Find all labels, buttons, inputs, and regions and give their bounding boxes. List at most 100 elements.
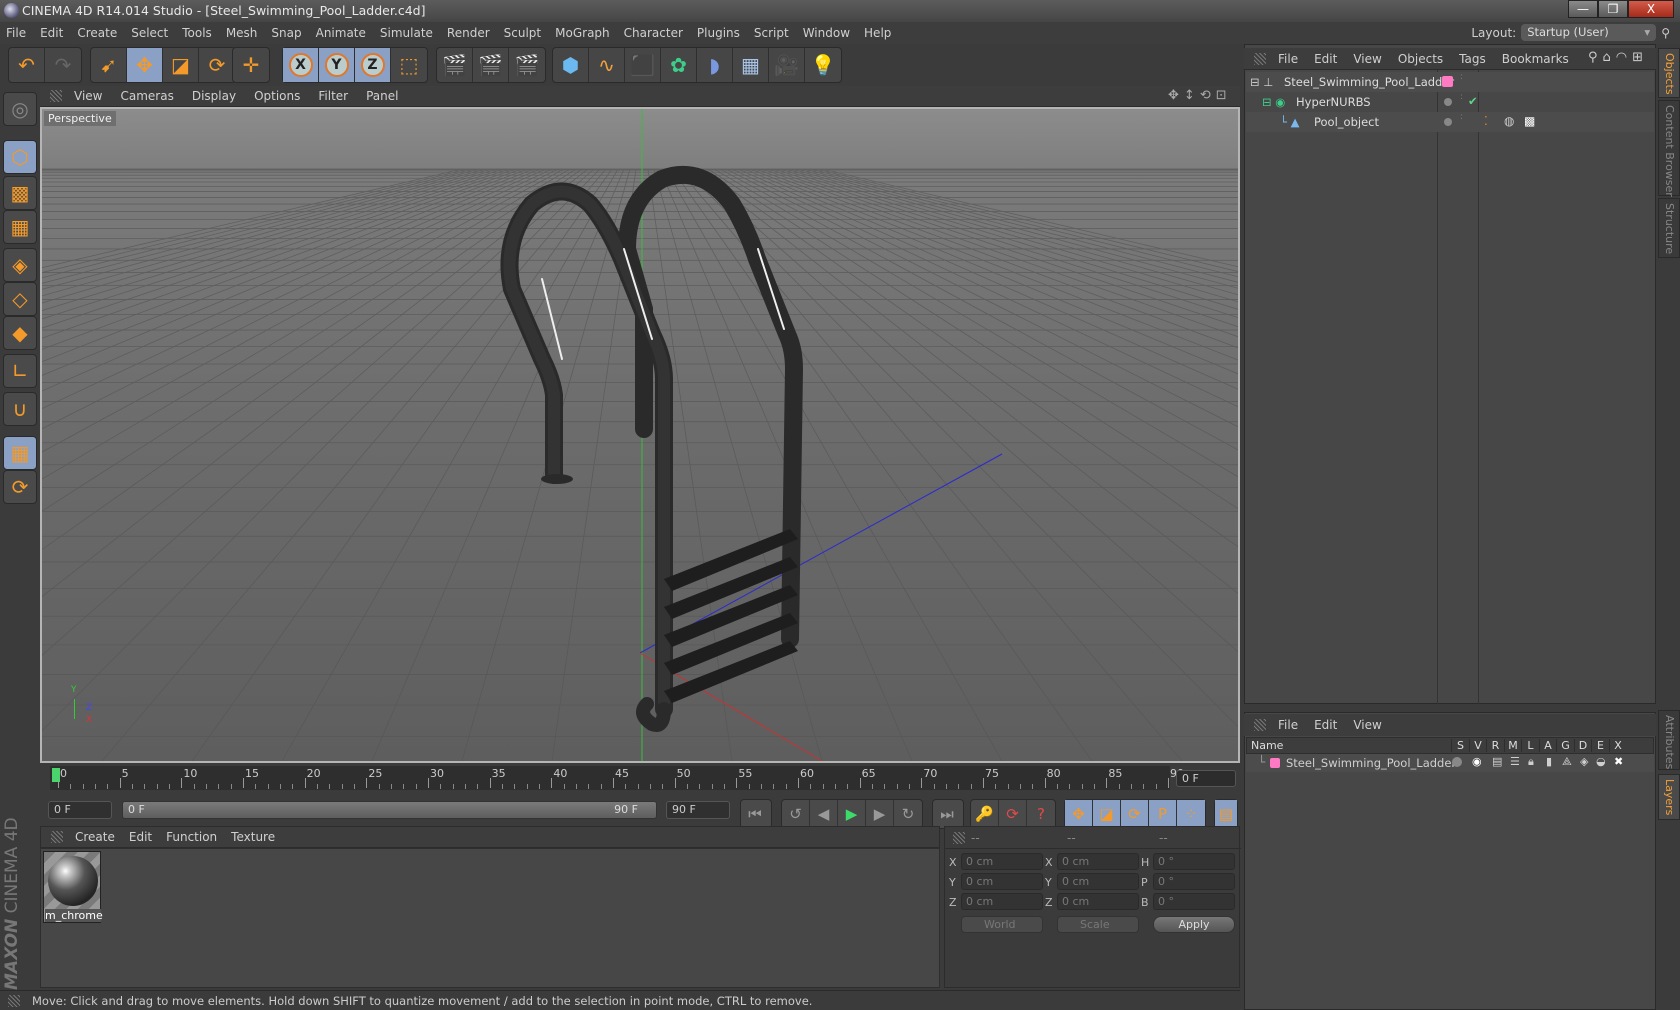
visibility-dot[interactable] bbox=[1444, 118, 1452, 126]
menu-create[interactable]: Create bbox=[77, 26, 117, 40]
menu-simulate[interactable]: Simulate bbox=[380, 26, 433, 40]
start-frame-field[interactable]: 0 F bbox=[48, 801, 112, 819]
timeline-button[interactable]: ▤ bbox=[1215, 800, 1237, 828]
texture-mode-button[interactable]: ▩ bbox=[3, 176, 37, 210]
layer-color-swatch[interactable] bbox=[1442, 76, 1453, 87]
coord-value-field[interactable]: 0 cm bbox=[1057, 873, 1139, 890]
key-scale-button[interactable]: ◪ bbox=[1093, 800, 1121, 828]
bend-deformer-button[interactable]: ◗ bbox=[697, 48, 733, 82]
coord-value-field[interactable]: 0 cm bbox=[1057, 853, 1139, 870]
transform-mode-dropdown[interactable]: Scale bbox=[1057, 916, 1139, 933]
home-icon[interactable]: ⌂ bbox=[1603, 50, 1611, 65]
layer-column-x[interactable]: X bbox=[1608, 739, 1627, 752]
panel-grip[interactable] bbox=[1254, 719, 1266, 731]
minimize-button[interactable]: — bbox=[1568, 0, 1598, 18]
orbit-icon[interactable]: ⟲ bbox=[1200, 88, 1211, 103]
move-button[interactable]: ✥ bbox=[127, 48, 163, 82]
maximize-view-icon[interactable]: ⊡ bbox=[1216, 88, 1227, 103]
coord-value-field[interactable]: 0 ° bbox=[1153, 893, 1235, 910]
object-row[interactable]: └ ▲ Pool_object: ⁚ ◍ ▩ bbox=[1246, 112, 1654, 132]
spline-pen-button[interactable]: ∿ bbox=[589, 48, 625, 82]
menu-script[interactable]: Script bbox=[754, 26, 789, 40]
go-to-start-button[interactable]: ⏮ bbox=[741, 800, 769, 828]
floor-button[interactable]: ▦ bbox=[733, 48, 769, 82]
visible-eye-icon[interactable]: ◉ bbox=[1472, 755, 1482, 768]
manager-hierarchy-icon[interactable]: ☰ bbox=[1510, 755, 1520, 768]
keyframe-selection-button[interactable]: ? bbox=[1027, 800, 1055, 828]
points-mode-button[interactable]: ◈ bbox=[3, 248, 37, 282]
render-settings-button[interactable]: 🎬 bbox=[509, 48, 545, 82]
key-position-button[interactable]: ✥ bbox=[1065, 800, 1093, 828]
axis-z-lock-button[interactable]: Z bbox=[355, 48, 391, 82]
material-menu-texture[interactable]: Texture bbox=[231, 830, 275, 844]
side-tab-attributes[interactable]: Attributes bbox=[1658, 710, 1680, 770]
menu-tools[interactable]: Tools bbox=[182, 26, 212, 40]
coord-value-field[interactable]: 0 cm bbox=[1057, 893, 1139, 910]
layer-name[interactable]: Steel_Swimming_Pool_Ladder bbox=[1286, 756, 1456, 770]
render-view-button[interactable]: 🎬 bbox=[437, 48, 473, 82]
search-icon[interactable]: ⚲ bbox=[1588, 50, 1598, 65]
redo-button[interactable]: ↷ bbox=[45, 48, 81, 82]
material-menu-create[interactable]: Create bbox=[75, 830, 115, 844]
timeline-ruler[interactable]: 051015202530354045505560657075808590 bbox=[50, 766, 1184, 790]
record-key-button[interactable]: 🔑 bbox=[971, 800, 999, 828]
panel-grip[interactable] bbox=[50, 90, 62, 102]
xref-icon[interactable]: ✖ bbox=[1614, 755, 1623, 768]
viewport-menu-options[interactable]: Options bbox=[254, 89, 300, 103]
object-menu-edit[interactable]: Edit bbox=[1314, 52, 1337, 66]
visibility-dot[interactable] bbox=[1444, 98, 1452, 106]
layer-column-v[interactable]: V bbox=[1468, 739, 1487, 752]
coordinate-mode-dropdown[interactable]: World bbox=[961, 916, 1043, 933]
material-tag-icon[interactable]: ◍ bbox=[1504, 114, 1514, 128]
side-tab-objects[interactable]: Objects bbox=[1658, 48, 1680, 98]
menu-mograph[interactable]: MoGraph bbox=[555, 26, 610, 40]
cube-button[interactable]: ⬢ bbox=[553, 48, 589, 82]
layout-dropdown[interactable]: Startup (User) bbox=[1521, 24, 1657, 41]
eye-icon[interactable]: ◠ bbox=[1616, 50, 1627, 65]
texture-tag-icon[interactable]: ▩ bbox=[1524, 114, 1535, 128]
light-button[interactable]: 💡 bbox=[805, 48, 841, 82]
key-pla-button[interactable]: ⁘ bbox=[1177, 800, 1205, 828]
key-rotation-button[interactable]: ⟳ bbox=[1121, 800, 1149, 828]
dolly-icon[interactable]: ↕ bbox=[1184, 88, 1195, 103]
auto-keying-button[interactable]: ⟳ bbox=[999, 800, 1027, 828]
object-row[interactable]: ⊟ ◉ HyperNURBS: ✔ bbox=[1246, 92, 1654, 112]
menu-edit[interactable]: Edit bbox=[40, 26, 63, 40]
layer-menu-view[interactable]: View bbox=[1353, 718, 1381, 732]
viewport-menu-display[interactable]: Display bbox=[192, 89, 236, 103]
axis-mode-button[interactable]: ∟ bbox=[3, 354, 37, 388]
coordinate-system-button[interactable]: ⬚ bbox=[391, 48, 427, 82]
viewport-menu-panel[interactable]: Panel bbox=[366, 89, 398, 103]
viewport-menu-cameras[interactable]: Cameras bbox=[120, 89, 173, 103]
panel-grip[interactable] bbox=[953, 831, 965, 844]
object-name[interactable]: Steel_Swimming_Pool_Ladder bbox=[1284, 75, 1454, 89]
menu-sculpt[interactable]: Sculpt bbox=[504, 26, 541, 40]
layer-column-name[interactable]: Name bbox=[1251, 739, 1283, 752]
lock-workplane-button[interactable]: ▦ bbox=[3, 436, 37, 470]
solo-toggle[interactable] bbox=[1452, 757, 1462, 767]
object-menu-bookmarks[interactable]: Bookmarks bbox=[1502, 52, 1569, 66]
render-clapper-icon[interactable]: ▤ bbox=[1492, 755, 1502, 768]
previous-key-button[interactable]: ↺ bbox=[782, 800, 810, 828]
workplane-mode-button[interactable]: ▦ bbox=[3, 210, 37, 244]
undo-button[interactable]: ↶ bbox=[9, 48, 45, 82]
side-tab-content-browser[interactable]: Content Browser bbox=[1658, 100, 1680, 197]
phong-tag-icon[interactable]: ⁚ bbox=[1484, 114, 1488, 128]
layer-column-g[interactable]: G bbox=[1556, 739, 1574, 752]
maximize-button[interactable]: ❐ bbox=[1598, 0, 1628, 18]
layer-menu-file[interactable]: File bbox=[1278, 718, 1298, 732]
editor-render-dots[interactable]: : bbox=[1460, 73, 1463, 82]
search-icon[interactable]: ⚲ bbox=[1661, 26, 1670, 40]
step-back-button[interactable]: ◀ bbox=[810, 800, 838, 828]
layer-column-e[interactable]: E bbox=[1591, 739, 1609, 752]
rotate-button[interactable]: ⟳ bbox=[199, 48, 235, 82]
menu-help[interactable]: Help bbox=[864, 26, 891, 40]
layer-column-l[interactable]: L bbox=[1521, 739, 1539, 752]
side-tab-structure[interactable]: Structure bbox=[1658, 198, 1680, 258]
expression-icon[interactable]: ◒ bbox=[1596, 755, 1606, 768]
last-tool-button[interactable]: ✛ bbox=[233, 48, 269, 82]
planar-workplane-button[interactable]: ⟳ bbox=[3, 470, 37, 504]
coord-value-field[interactable]: 0 ° bbox=[1153, 853, 1235, 870]
menu-window[interactable]: Window bbox=[803, 26, 850, 40]
side-tab-layers[interactable]: Layers bbox=[1658, 774, 1680, 820]
